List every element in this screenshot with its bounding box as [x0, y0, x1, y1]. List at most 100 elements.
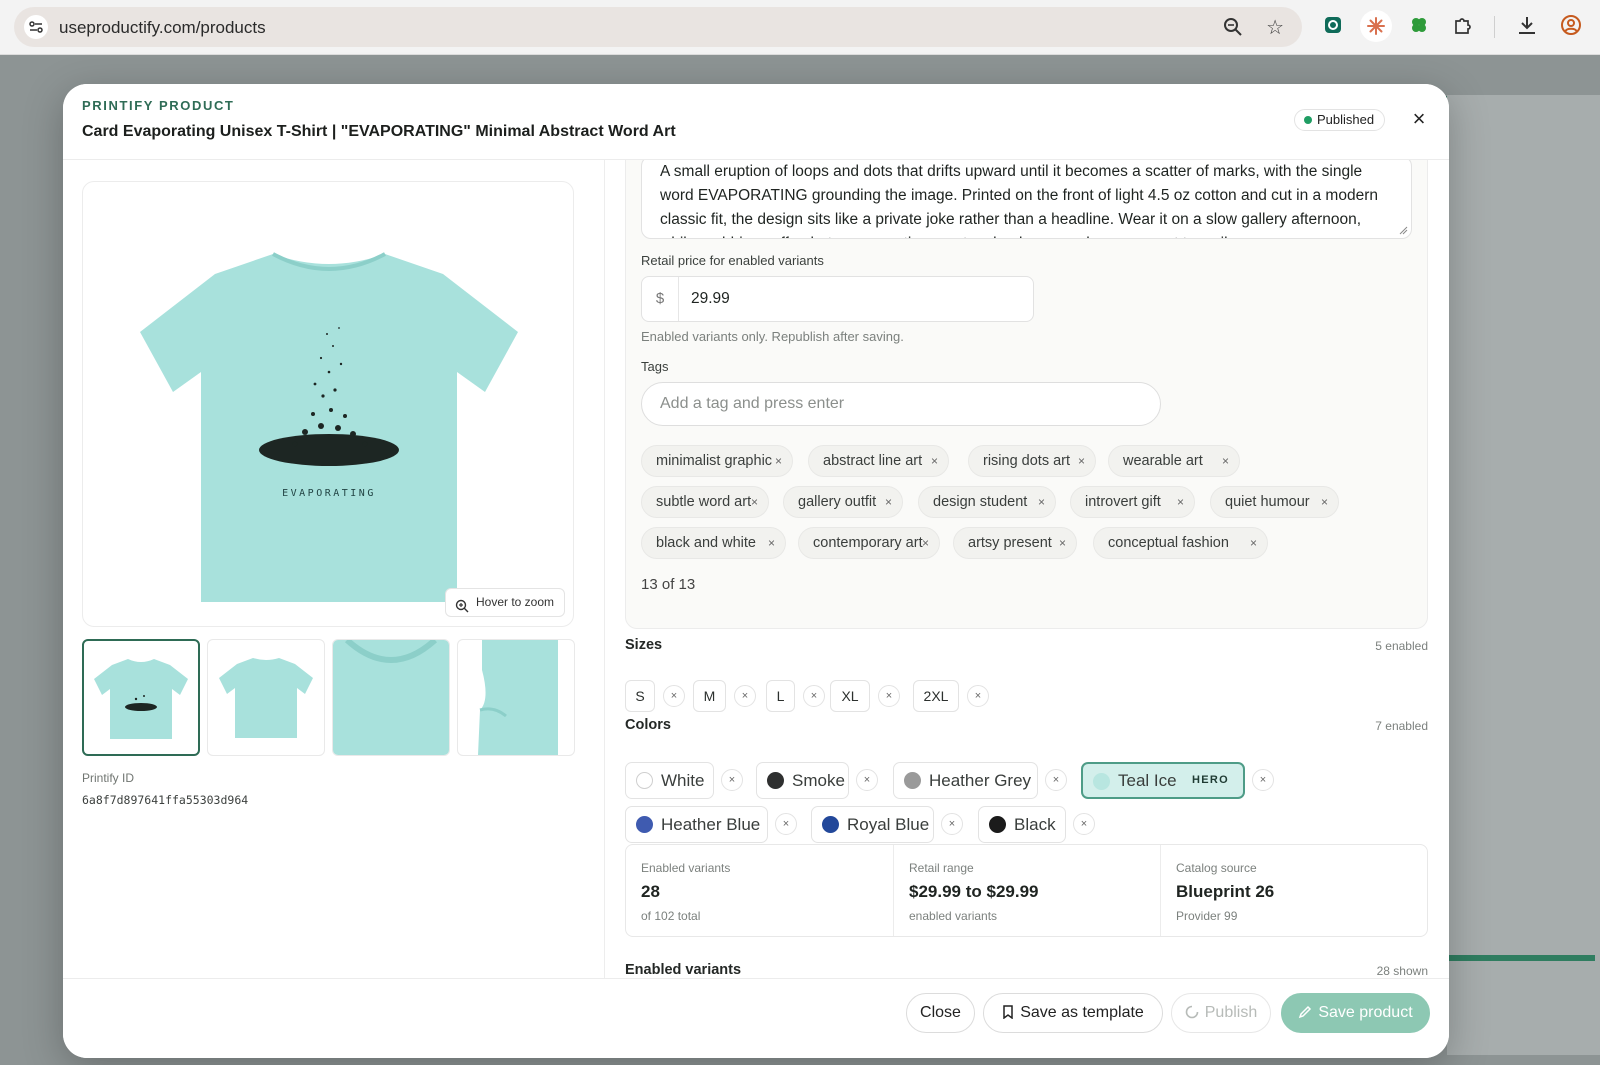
color-chip[interactable]: Smoke	[756, 762, 849, 799]
size-chip[interactable]: XL	[830, 680, 870, 712]
remove-size-icon[interactable]: ×	[967, 685, 989, 707]
size-chip[interactable]: M	[693, 680, 726, 712]
bookmark-star-icon[interactable]: ☆	[1266, 15, 1284, 40]
remove-tag-icon[interactable]: ×	[1038, 487, 1045, 517]
profile-icon[interactable]	[1560, 14, 1582, 41]
tag-chip[interactable]: abstract line art ×	[808, 445, 949, 477]
hover-zoom-hint[interactable]: Hover to zoom	[445, 588, 566, 617]
size-chip[interactable]: 2XL	[913, 680, 959, 712]
remove-tag-icon[interactable]: ×	[1059, 528, 1066, 558]
close-button[interactable]: Close	[906, 993, 975, 1033]
remove-tag-icon[interactable]: ×	[922, 528, 929, 558]
modal-kicker: PRINTIFY PRODUCT	[82, 98, 235, 113]
extension-icon[interactable]	[1322, 14, 1344, 41]
size-chip[interactable]: L	[766, 680, 795, 712]
color-chip[interactable]: Heather Grey	[893, 762, 1038, 799]
stat-label: Catalog source	[1176, 861, 1257, 875]
price-value[interactable]: 29.99	[691, 290, 730, 308]
remove-tag-icon[interactable]: ×	[1222, 446, 1229, 476]
color-label: Heather Grey	[929, 771, 1032, 790]
tag-input[interactable]: Add a tag and press enter	[641, 382, 1161, 426]
tag-chip[interactable]: design student ×	[918, 486, 1056, 518]
tag-label: artsy present	[968, 535, 1052, 551]
remove-color-icon[interactable]: ×	[941, 813, 963, 835]
thumbnail-front[interactable]	[82, 639, 200, 756]
color-chip[interactable]: Teal Ice HERO	[1081, 762, 1245, 799]
remove-size-icon[interactable]: ×	[663, 685, 685, 707]
remove-size-icon[interactable]: ×	[878, 685, 900, 707]
tag-chip[interactable]: black and white ×	[641, 527, 786, 559]
modal-footer: Close Save as template Publish Save prod…	[63, 978, 1449, 1058]
color-chip[interactable]: Royal Blue	[811, 806, 934, 843]
tag-label: black and white	[656, 535, 756, 551]
tshirt-image: EVAPORATING	[140, 252, 518, 602]
tag-chip[interactable]: rising dots art ×	[968, 445, 1096, 477]
color-swatch	[636, 772, 653, 789]
tag-chip[interactable]: quiet humour ×	[1210, 486, 1339, 518]
remove-tag-icon[interactable]: ×	[775, 446, 782, 476]
site-settings-icon[interactable]	[24, 15, 48, 39]
tag-label: conceptual fashion	[1108, 535, 1229, 551]
remove-color-icon[interactable]: ×	[1073, 813, 1095, 835]
main-product-image[interactable]: EVAPORATING Hover to zoom	[82, 181, 574, 627]
remove-tag-icon[interactable]: ×	[751, 487, 758, 517]
remove-size-icon[interactable]: ×	[803, 685, 825, 707]
remove-color-icon[interactable]: ×	[1045, 769, 1067, 791]
thumbnail-collar-detail[interactable]	[332, 639, 450, 756]
remove-tag-icon[interactable]: ×	[1250, 528, 1257, 558]
tag-chip[interactable]: artsy present ×	[953, 527, 1077, 559]
size-chip[interactable]: S	[625, 680, 655, 712]
tag-label: quiet humour	[1225, 494, 1310, 510]
url-text[interactable]: useproductify.com/products	[59, 18, 266, 38]
colors-title: Colors	[625, 717, 671, 733]
color-chip[interactable]: White	[625, 762, 714, 799]
remove-tag-icon[interactable]: ×	[885, 487, 892, 517]
remove-color-icon[interactable]: ×	[775, 813, 797, 835]
clover-extension-icon[interactable]	[1408, 14, 1430, 41]
stat-enabled-variants: Enabled variants 28 of 102 total	[626, 845, 893, 936]
address-bar[interactable]: useproductify.com/products ☆	[14, 7, 1302, 47]
close-icon[interactable]: ×	[1406, 107, 1432, 133]
price-input[interactable]: $ 29.99	[641, 276, 1034, 322]
save-as-template-button[interactable]: Save as template	[983, 993, 1163, 1033]
remove-color-icon[interactable]: ×	[856, 769, 878, 791]
publish-button[interactable]: Publish	[1171, 993, 1271, 1033]
tag-chip[interactable]: introvert gift ×	[1070, 486, 1195, 518]
remove-tag-icon[interactable]: ×	[1177, 487, 1184, 517]
variant-stats: Enabled variants 28 of 102 total Retail …	[625, 844, 1428, 937]
remove-tag-icon[interactable]: ×	[931, 446, 938, 476]
tag-chip[interactable]: conceptual fashion ×	[1093, 527, 1268, 559]
extensions-puzzle-icon[interactable]	[1452, 14, 1474, 41]
color-chip[interactable]: Black	[978, 806, 1066, 843]
download-icon[interactable]	[1516, 14, 1538, 41]
color-label: Smoke	[792, 771, 845, 790]
printify-id-label: Printify ID	[82, 771, 135, 785]
remove-tag-icon[interactable]: ×	[1321, 487, 1328, 517]
product-title: Card Evaporating Unisex T-Shirt | "EVAPO…	[82, 123, 676, 140]
printify-id-value: 6a8f7d897641ffa55303d964	[82, 793, 249, 807]
remove-color-icon[interactable]: ×	[721, 769, 743, 791]
stat-label: Retail range	[909, 861, 974, 875]
thumbnail-sleeve-detail[interactable]	[457, 639, 575, 756]
remove-tag-icon[interactable]: ×	[768, 528, 775, 558]
tag-label: abstract line art	[823, 453, 923, 469]
save-product-button[interactable]: Save product	[1281, 993, 1430, 1033]
tag-chip[interactable]: gallery outfit ×	[783, 486, 903, 518]
color-chip[interactable]: Heather Blue	[625, 806, 768, 843]
remove-color-icon[interactable]: ×	[1252, 769, 1274, 791]
description-textarea[interactable]: A small eruption of loops and dots that …	[641, 156, 1412, 239]
remove-tag-icon[interactable]: ×	[1078, 446, 1085, 476]
save-as-template-label: Save as template	[1020, 1004, 1144, 1021]
remove-size-icon[interactable]: ×	[734, 685, 756, 707]
tag-chip[interactable]: contemporary art ×	[798, 527, 940, 559]
thumbnail-back[interactable]	[207, 639, 325, 756]
publish-label: Publish	[1204, 1004, 1258, 1021]
stat-sub: enabled variants	[909, 909, 998, 923]
claude-extension-icon[interactable]	[1360, 10, 1392, 42]
tag-chip[interactable]: subtle word art ×	[641, 486, 769, 518]
zoom-icon[interactable]	[1222, 16, 1244, 43]
resize-grip-icon[interactable]	[1398, 225, 1408, 235]
tag-chip[interactable]: wearable art ×	[1108, 445, 1240, 477]
price-hint: Enabled variants only. Republish after s…	[641, 329, 904, 344]
tag-chip[interactable]: minimalist graphic ×	[641, 445, 793, 477]
